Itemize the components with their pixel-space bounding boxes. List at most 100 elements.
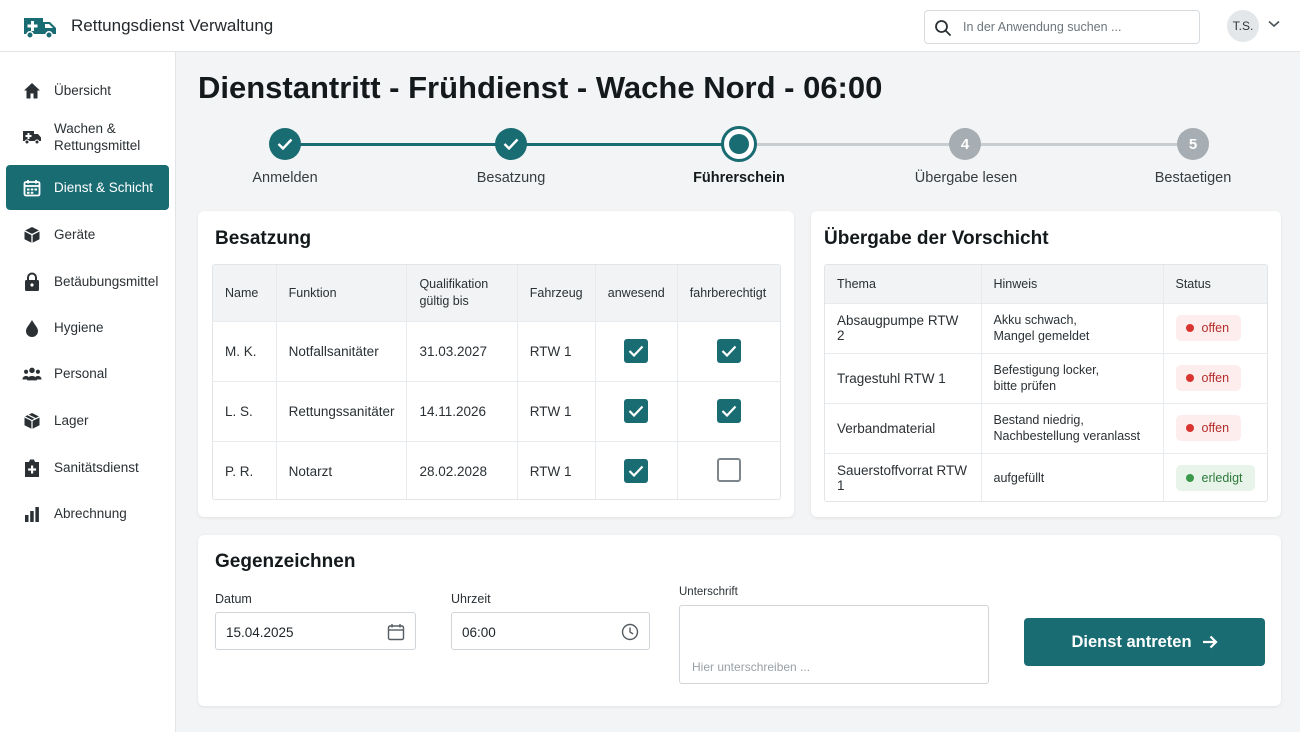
table-row: Absaugpumpe RTW 2 Akku schwach, Mangel g…: [825, 302, 1267, 353]
check-icon: [628, 405, 644, 417]
sidebar-item-betaeubungsmittel[interactable]: Betäubungsmittel: [6, 259, 169, 304]
start-shift-button-label: Dienst antreten: [1071, 632, 1192, 651]
step-label-besatzung: Besatzung: [476, 170, 546, 186]
table-row: M. K. Notfallsanitäter 31.03.2027 RTW 1: [213, 320, 780, 381]
time-input[interactable]: [462, 622, 612, 642]
bar-chart-icon: [22, 504, 42, 524]
handover-card-title: Übergabe der Vorschicht: [824, 228, 1049, 249]
status-badge: erledigt: [1175, 465, 1255, 492]
step-2-check-icon[interactable]: [495, 128, 527, 160]
sidebar-item-label: Abrechnung: [54, 506, 127, 521]
arrow-right-icon: [1202, 635, 1218, 649]
crew-card: Besatzung Name Funktion Qualifikation gü…: [198, 211, 794, 517]
sidebar-item-lager[interactable]: Lager: [6, 398, 169, 443]
table-row: Verbandmaterial Bestand niedrig, Nachbes…: [825, 402, 1267, 453]
home-icon: [22, 81, 42, 101]
check-icon: [628, 345, 644, 357]
crew-cell-name: P. R.: [213, 440, 277, 499]
handover-header-status: Status: [1163, 265, 1267, 303]
search-icon: [935, 20, 951, 36]
sidebar-item-label: Personal: [54, 366, 108, 381]
table-row: L. S. Rettungssanitäter 14.11.2026 RTW 1: [213, 380, 780, 441]
check-icon: [721, 405, 737, 417]
sidebar-item-hygiene[interactable]: Hygiene: [6, 305, 169, 350]
crew-header-qualification: Qualifikation gültig bis: [406, 265, 518, 321]
time-field[interactable]: [451, 612, 650, 650]
crew-cell-vehicle: RTW 1: [517, 320, 596, 381]
step-4-number[interactable]: 4: [949, 128, 981, 160]
present-checkbox[interactable]: [624, 339, 649, 363]
sidebar-item-personal[interactable]: Personal: [6, 351, 169, 396]
clock-icon[interactable]: [621, 623, 639, 641]
time-label: Uhrzeit: [451, 592, 491, 606]
crew-header-present: anwesend: [595, 265, 678, 321]
status-badge: offen: [1175, 415, 1242, 441]
chevron-down-icon[interactable]: [1268, 20, 1280, 28]
drop-icon: [22, 318, 42, 338]
crew-header-vehicle: Fahrzeug: [517, 265, 596, 321]
driver-checkbox[interactable]: [716, 339, 741, 363]
search-input[interactable]: [963, 17, 1191, 37]
step-3-current-indicator[interactable]: [721, 126, 757, 162]
crew-cell-valid-until: 31.03.2027: [406, 320, 518, 381]
sidebar-item-sanitaetsdienst[interactable]: Sanitätsdienst: [6, 445, 169, 490]
search-box[interactable]: [924, 10, 1200, 44]
crew-header-name: Name: [213, 265, 277, 321]
driver-checkbox[interactable]: [716, 457, 741, 482]
lock-icon: [22, 272, 42, 292]
start-shift-button[interactable]: Dienst antreten: [1024, 618, 1265, 666]
driver-checkbox[interactable]: [716, 399, 741, 423]
crew-cell-valid-until: 28.02.2028: [406, 440, 518, 499]
date-input[interactable]: [226, 622, 376, 642]
sidebar-item-geraete[interactable]: Geräte: [6, 212, 169, 257]
check-icon: [628, 465, 644, 478]
ambulance-icon: [24, 18, 56, 39]
step-5-number[interactable]: 5: [1177, 128, 1209, 160]
handover-table-wrapper: Thema Hinweis Status Absaugpumpe RTW 2 A…: [824, 264, 1268, 502]
crew-cell-function: Notarzt: [276, 440, 408, 499]
sidebar-item-label: Übersicht: [54, 83, 112, 98]
handover-cell-topic: Tragestuhl RTW 1: [825, 352, 982, 403]
app-title: Rettungsdienst Verwaltung: [71, 16, 274, 35]
date-label: Datum: [215, 592, 252, 606]
package-icon: [22, 411, 42, 431]
step-1-check-icon[interactable]: [269, 128, 301, 160]
present-checkbox[interactable]: [624, 399, 649, 423]
step-label-bestaetigen: Bestaetigen: [1154, 170, 1232, 186]
people-icon: [22, 364, 42, 384]
handover-header-topic: Thema: [825, 265, 982, 303]
handover-card: Übergabe der Vorschicht Thema Hinweis St…: [811, 211, 1281, 517]
table-row: Tragestuhl RTW 1 Befestigung locker, bit…: [825, 352, 1267, 403]
handover-cell-note: Befestigung locker, bitte prüfen: [981, 352, 1164, 403]
step-label-fuehrerschein: Führerschein: [693, 170, 785, 186]
handover-table: Thema Hinweis Status Absaugpumpe RTW 2 A…: [825, 265, 1267, 501]
crew-header-driver: fahrberechtigt: [677, 265, 780, 321]
handover-cell-note: Akku schwach, Mangel gemeldet: [981, 302, 1164, 353]
page-title: Dienstantritt - Frühdienst - Wache Nord …: [198, 70, 883, 105]
handover-cell-note: aufgefüllt: [981, 452, 1164, 501]
sidebar-item-uebersicht[interactable]: Übersicht: [6, 68, 169, 113]
sidebar-item-abrechnung[interactable]: Abrechnung: [6, 491, 169, 536]
step-label-anmelden: Anmelden: [252, 170, 318, 186]
handover-header-note: Hinweis: [981, 265, 1164, 303]
user-avatar[interactable]: T.S.: [1227, 10, 1259, 42]
crew-cell-valid-until: 14.11.2026: [406, 380, 518, 441]
box-icon: [22, 225, 42, 245]
crew-cell-vehicle: RTW 1: [517, 440, 596, 499]
signature-pad[interactable]: Hier unterschreiben ...: [679, 605, 989, 684]
present-checkbox[interactable]: [624, 459, 649, 484]
progress-stepper: 4 5 Anmelden Besatzung Führerschein Über…: [0, 120, 1300, 190]
medical-cross-icon: [22, 458, 42, 478]
status-badge: offen: [1175, 365, 1242, 391]
status-badge: offen: [1175, 315, 1242, 341]
sidebar-item-label: Betäubungsmittel: [54, 274, 159, 289]
crew-card-title: Besatzung: [215, 228, 312, 249]
crew-cell-function: Rettungssanitäter: [276, 380, 408, 441]
crew-cell-name: L. S.: [213, 380, 277, 441]
date-field[interactable]: [215, 612, 416, 650]
check-icon: [721, 345, 737, 357]
signature-placeholder: Hier unterschreiben ...: [692, 660, 811, 674]
crew-table: Name Funktion Qualifikation gültig bis F…: [213, 265, 780, 499]
calendar-icon[interactable]: [387, 623, 405, 641]
handover-cell-note: Bestand niedrig, Nachbestellung veranlas…: [981, 402, 1164, 453]
